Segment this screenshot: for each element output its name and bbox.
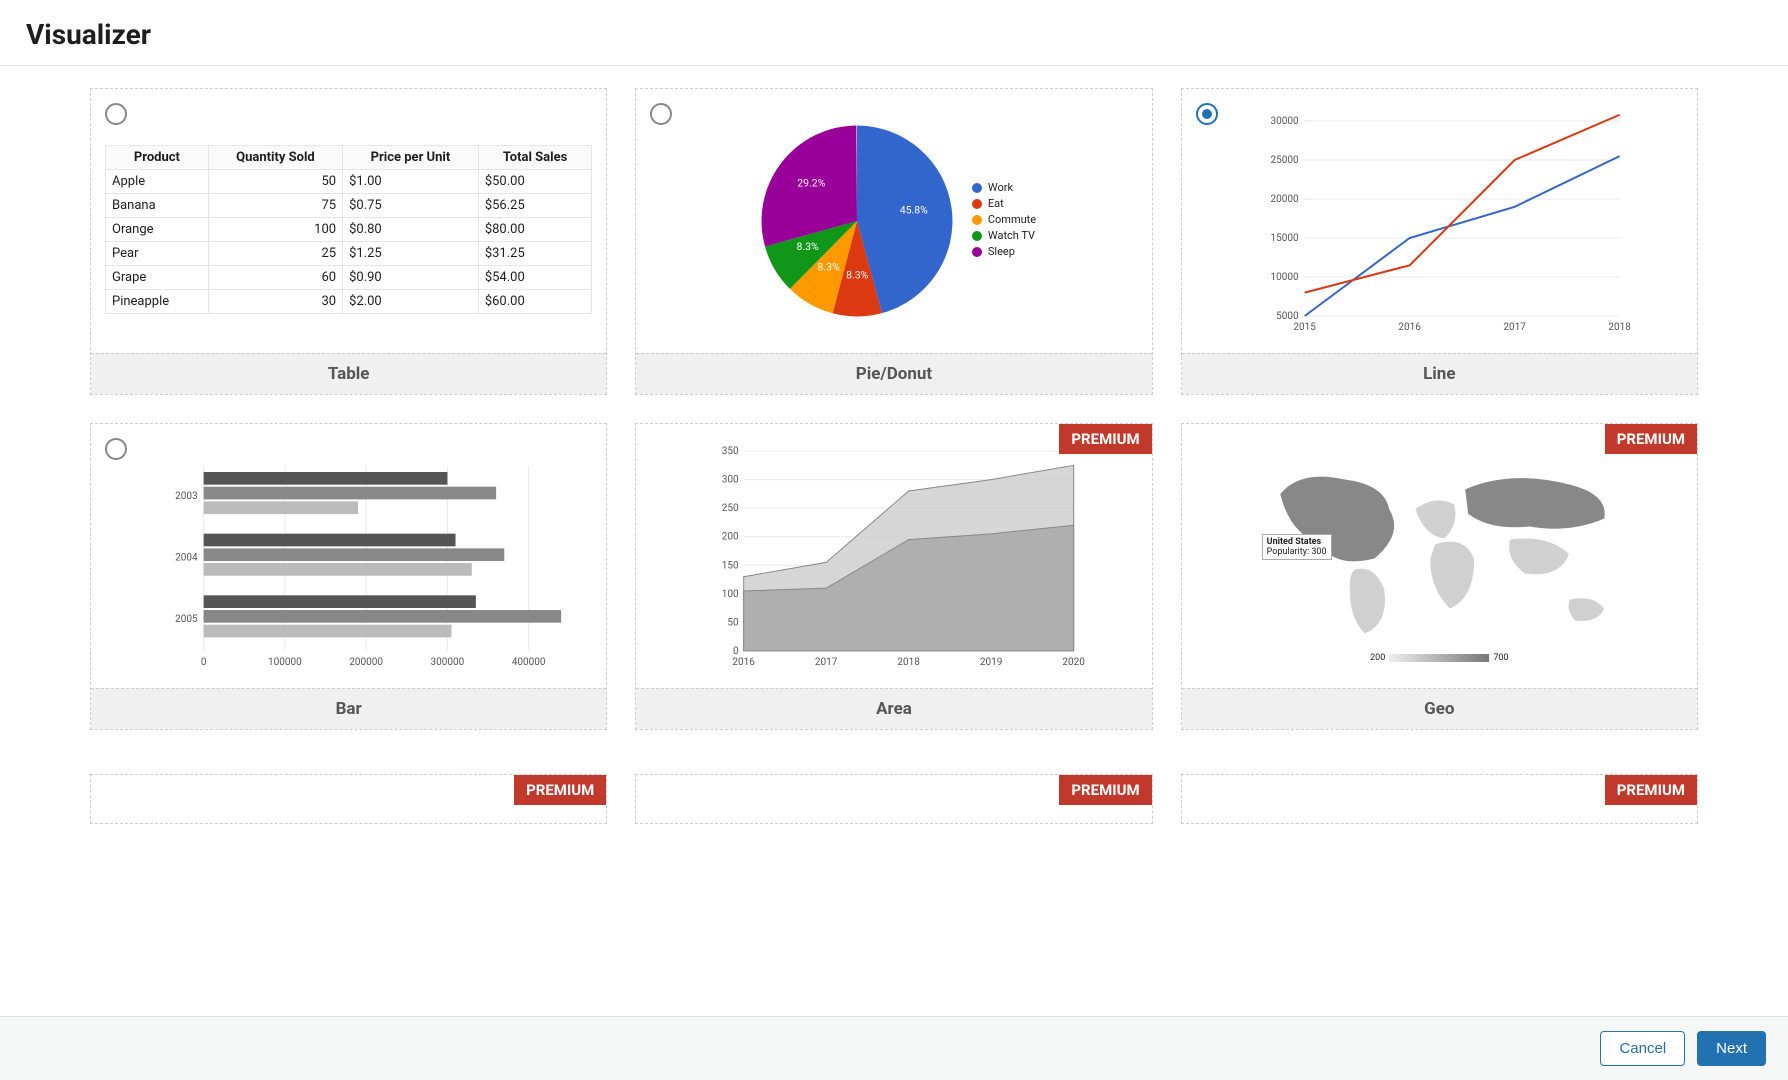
pie-legend: WorkEatCommuteWatch TVSleep <box>972 181 1036 261</box>
svg-text:300000: 300000 <box>431 657 465 668</box>
table-preview: ProductQuantity SoldPrice per UnitTotal … <box>105 145 592 314</box>
svg-text:2017: 2017 <box>815 657 838 668</box>
premium-badge-geo: PREMIUM <box>1605 424 1697 454</box>
premium-badge-p3: PREMIUM <box>1605 775 1697 805</box>
svg-text:2016: 2016 <box>1398 322 1421 333</box>
premium-badge-p2: PREMIUM <box>1059 775 1151 805</box>
radio-bar[interactable] <box>105 438 127 460</box>
svg-text:100000: 100000 <box>268 657 302 668</box>
radio-line[interactable] <box>1196 103 1218 125</box>
cancel-button[interactable]: Cancel <box>1600 1031 1685 1066</box>
svg-text:100: 100 <box>722 589 739 600</box>
svg-text:2005: 2005 <box>175 614 198 625</box>
partial-card-2[interactable]: PREMIUM <box>635 774 1152 824</box>
card-line[interactable]: 5000 10000 15000 20000 25000 30000 2015 2016 201… <box>1181 88 1698 395</box>
svg-text:45.8%: 45.8% <box>900 203 928 216</box>
svg-text:0: 0 <box>733 646 739 657</box>
area-chart: 0 50 100 150 200 250 300 350 2016 2017 2018 2019 202… <box>650 436 1137 676</box>
svg-text:30000: 30000 <box>1270 116 1298 127</box>
page-title: Visualizer <box>26 18 1762 51</box>
svg-text:15000: 15000 <box>1270 233 1298 244</box>
pie-chart: 45.8% 8.3% 8.3% 8.3% 29.2% <box>752 116 962 326</box>
card-label-pie: Pie/Donut <box>636 353 1151 394</box>
svg-text:2015: 2015 <box>1293 322 1316 333</box>
card-pie[interactable]: 45.8% 8.3% 8.3% 8.3% 29.2% WorkEatCommuteWat… <box>635 88 1152 395</box>
card-table[interactable]: ProductQuantity SoldPrice per UnitTotal … <box>90 88 607 395</box>
svg-text:400000: 400000 <box>512 657 546 668</box>
card-area[interactable]: PREMIUM 0 50 100 150 200 250 300 350 2016 2017 201… <box>635 423 1152 730</box>
svg-text:250: 250 <box>722 503 739 514</box>
premium-badge-area: PREMIUM <box>1059 424 1151 454</box>
svg-text:2004: 2004 <box>175 553 198 564</box>
svg-text:8.3%: 8.3% <box>796 240 819 253</box>
card-bar[interactable]: 2003 2004 2005 0 100000 200000 300000 400000 Ba… <box>90 423 607 730</box>
svg-text:10000: 10000 <box>1270 272 1298 283</box>
premium-badge-p1: PREMIUM <box>514 775 606 805</box>
svg-text:2018: 2018 <box>898 657 921 668</box>
svg-text:2018: 2018 <box>1608 322 1631 333</box>
svg-text:150: 150 <box>722 560 739 571</box>
card-label-geo: Geo <box>1182 688 1697 729</box>
svg-text:29.2%: 29.2% <box>797 176 825 189</box>
svg-text:8.3%: 8.3% <box>846 268 869 281</box>
svg-text:50: 50 <box>728 617 740 628</box>
line-chart: 5000 10000 15000 20000 25000 30000 2015 2016 201… <box>1196 101 1683 341</box>
svg-text:2017: 2017 <box>1503 322 1526 333</box>
card-label-bar: Bar <box>91 688 606 729</box>
partial-card-1[interactable]: PREMIUM <box>90 774 607 824</box>
card-geo[interactable]: PREMIUM United States Popularity: 300 20… <box>1181 423 1698 730</box>
card-label-area: Area <box>636 688 1151 729</box>
partial-card-3[interactable]: PREMIUM <box>1181 774 1698 824</box>
svg-text:2019: 2019 <box>980 657 1002 668</box>
svg-text:2003: 2003 <box>175 491 197 502</box>
svg-text:350: 350 <box>722 446 739 457</box>
svg-text:300: 300 <box>722 475 739 486</box>
svg-text:2020: 2020 <box>1063 657 1086 668</box>
svg-text:0: 0 <box>201 657 207 668</box>
svg-text:2016: 2016 <box>733 657 756 668</box>
card-label-table: Table <box>91 353 606 394</box>
svg-text:200000: 200000 <box>349 657 383 668</box>
partial-row: PREMIUM PREMIUM PREMIUM <box>0 752 1788 846</box>
card-label-line: Line <box>1182 353 1697 394</box>
chart-type-grid: ProductQuantity SoldPrice per UnitTotal … <box>0 66 1788 752</box>
svg-text:25000: 25000 <box>1270 155 1298 166</box>
radio-table[interactable] <box>105 103 127 125</box>
svg-text:5000: 5000 <box>1276 311 1299 322</box>
footer-bar: Cancel Next <box>0 1016 1788 1080</box>
next-button[interactable]: Next <box>1697 1031 1766 1066</box>
svg-text:20000: 20000 <box>1270 194 1298 205</box>
svg-text:8.3%: 8.3% <box>817 261 840 274</box>
geo-scale: 200 700 <box>1370 653 1508 663</box>
geo-tooltip: United States Popularity: 300 <box>1262 534 1332 560</box>
svg-text:200: 200 <box>722 532 739 543</box>
bar-chart: 2003 2004 2005 0 100000 200000 300000 400000 <box>105 436 592 676</box>
